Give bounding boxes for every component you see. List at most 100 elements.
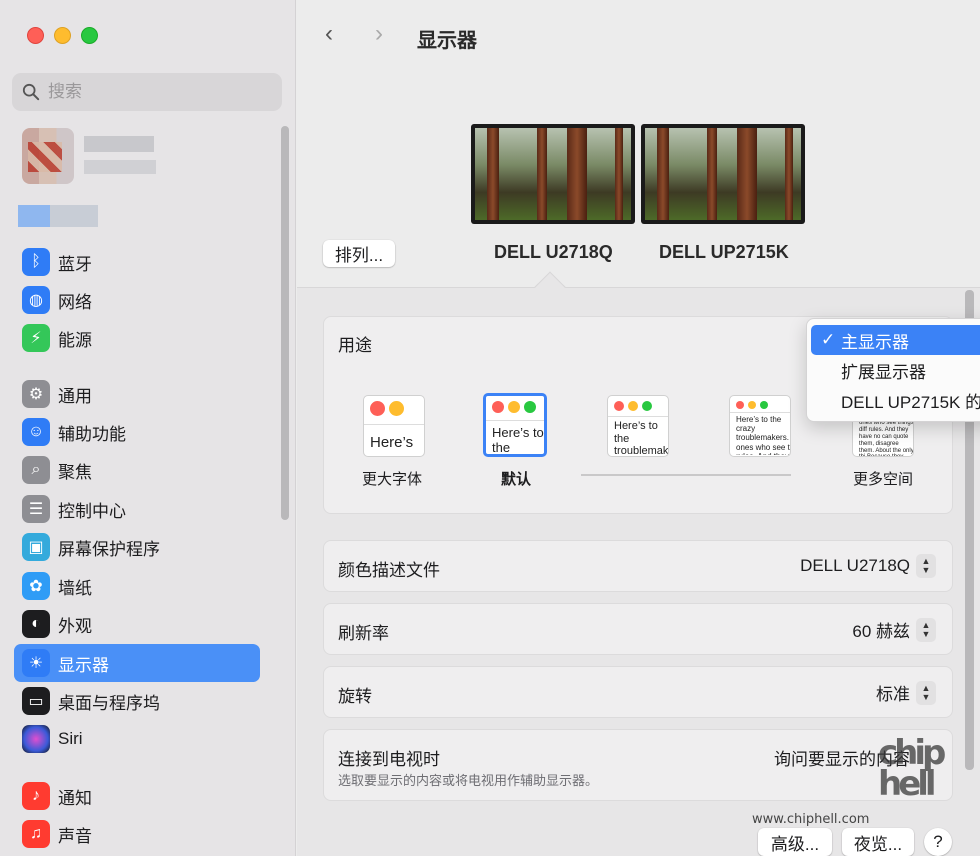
dropdown-item-main-display[interactable]: ✓ 主显示器 [811,325,980,355]
sidebar-item-control-center[interactable]: ☰ 控制中心 [14,491,260,527]
sidebar-item-accessibility[interactable]: ☺ 辅助功能 [14,414,260,450]
globe-icon: ◍ [22,286,50,314]
resolution-option-3[interactable]: Here’s to the troublemakers. ones who [607,395,669,457]
sidebar-item-label: 通知 [58,788,92,808]
rotation-popup[interactable]: 标准 ▲ ▼ [876,680,936,705]
speaker-icon: ♫ [22,820,50,848]
minimize-button[interactable] [54,27,71,44]
default-label: 默认 [501,471,532,488]
gear-icon: ⚙ [22,380,50,408]
usage-dropdown-menu: ✓ 主显示器 扩展显示器 DELL UP2715K 的 [806,318,980,422]
usage-label: 用途 [338,336,372,355]
sidebar-item-label: 通用 [58,386,92,406]
window-controls [27,27,98,44]
monitor-up2715k[interactable] [641,124,805,224]
account-name-blurred [84,136,154,152]
search-icon [22,83,40,101]
dropdown-item-mirror[interactable]: DELL UP2715K 的 [811,385,980,415]
monitor-label: DELL U2718Q [494,242,613,262]
bolt-icon: ⚡ [22,324,50,352]
sidebar-item-label: 辅助功能 [58,424,126,444]
rotation-label: 旋转 [338,687,372,706]
bell-icon: ♪ [22,782,50,810]
refresh-rate-label: 刷新率 [338,624,389,643]
sidebar-item-label: 聚焦 [58,462,92,482]
refresh-rate-row: 刷新率 60 赫兹 ▲ ▼ [323,603,953,655]
help-button[interactable]: ? [924,828,952,856]
chevron-updown-icon: ▲ ▼ [916,617,936,642]
family-item-blurred[interactable] [18,205,98,227]
flower-icon: ✿ [22,572,50,600]
tv-row: 连接到电视时 选取要显示的内容或将电视用作辅助显示器。 询问要显示的内容 [323,729,953,801]
sidebar-item-bluetooth[interactable]: ᛒ 蓝牙 [14,244,260,280]
watermark-logo: chip hell [878,733,946,804]
sidebar-item-desktop-dock[interactable]: ▭ 桌面与程序坞 [14,683,260,719]
sidebar-item-sound[interactable]: ♫ 声音 [14,816,260,852]
advanced-button[interactable]: 高级... [758,828,832,856]
sidebar-item-label: 蓝牙 [58,254,92,274]
rotation-value: 标准 [876,685,910,704]
night-shift-button[interactable]: 夜览... [842,828,914,856]
resolution-option-4[interactable]: Here’s to the crazy troublemakers. ones … [729,395,791,457]
close-button[interactable] [27,27,44,44]
toggles-icon: ☰ [22,495,50,523]
search-field[interactable] [12,73,282,111]
siri-icon [22,725,50,753]
arrange-button[interactable]: 排列... [323,240,395,267]
dropdown-item-extended-display[interactable]: 扩展显示器 [811,355,980,385]
sidebar-item-label: 外观 [58,616,92,636]
tv-label: 连接到电视时 [338,750,440,769]
color-profile-popup[interactable]: DELL U2718Q ▲ ▼ [800,554,936,578]
sidebar-item-wallpaper[interactable]: ✿ 墙纸 [14,568,260,604]
refresh-rate-popup[interactable]: 60 赫兹 ▲ ▼ [852,617,936,642]
chevron-updown-icon: ▲ ▼ [916,554,936,578]
sidebar-item-label: 控制中心 [58,501,126,521]
sidebar: ᛒ 蓝牙 ◍ 网络 ⚡ 能源 ⚙ 通用 ☺ 辅助功能 ⌕ 聚焦 ☰ 控制中心 ▣… [0,0,296,856]
sidebar-item-label: 屏幕保护程序 [58,539,160,559]
back-button[interactable]: ‹ [325,20,333,48]
screensaver-icon: ▣ [22,533,50,561]
sidebar-scrollbar[interactable] [281,126,289,520]
monitor-u2718q[interactable] [471,124,635,224]
toolbar: ‹ › 显示器 [297,0,980,70]
appearance-icon: ◐ [22,610,50,638]
forward-button[interactable]: › [375,20,383,48]
sidebar-item-displays[interactable]: ☀ 显示器 [14,644,260,682]
main-panel: ‹ › 显示器 排列... DELL U2718Q DELL UP2715K 用… [297,0,980,856]
color-profile-value: DELL U2718Q [800,556,910,575]
magnifier-icon: ⌕ [22,456,50,484]
sidebar-item-label: Siri [58,729,83,748]
sidebar-item-screensaver[interactable]: ▣ 屏幕保护程序 [14,529,260,565]
sun-icon: ☀ [22,649,50,677]
sidebar-item-siri[interactable]: Siri [14,721,260,757]
sidebar-item-network[interactable]: ◍ 网络 [14,282,260,318]
resolution-option-larger[interactable]: Here’s [363,395,425,457]
avatar[interactable] [22,128,74,184]
sidebar-item-label: 显示器 [58,655,109,675]
resolution-option-default[interactable]: Here’s to the troublem [483,393,547,457]
monitor-wallpaper [645,128,801,220]
account-subtitle-blurred [84,160,156,174]
search-input[interactable] [48,82,268,102]
color-profile-label: 颜色描述文件 [338,561,440,580]
sidebar-item-appearance[interactable]: ◐ 外观 [14,606,260,642]
sidebar-item-general[interactable]: ⚙ 通用 [14,376,260,412]
sidebar-item-label: 桌面与程序坞 [58,693,160,713]
watermark-url: www.chiphell.com [752,812,870,827]
sidebar-item-notifications[interactable]: ♪ 通知 [14,778,260,814]
chevron-updown-icon: ▲ ▼ [916,680,936,705]
sidebar-item-label: 声音 [58,826,92,846]
sidebar-item-label: 墙纸 [58,578,92,598]
accessibility-icon: ☺ [22,418,50,446]
zoom-button[interactable] [81,27,98,44]
sidebar-item-spotlight[interactable]: ⌕ 聚焦 [14,452,260,488]
larger-text-label: 更大字体 [362,471,423,488]
sidebar-item-energy[interactable]: ⚡ 能源 [14,320,260,356]
sidebar-item-label: 能源 [58,330,92,350]
tv-sublabel: 选取要显示的内容或将电视用作辅助显示器。 [338,773,599,788]
bluetooth-icon: ᛒ [22,248,50,276]
checkmark-icon: ✓ [821,330,836,349]
rotation-row: 旋转 标准 ▲ ▼ [323,666,953,718]
monitor-label: DELL UP2715K [659,242,789,262]
resolution-track [581,474,791,476]
